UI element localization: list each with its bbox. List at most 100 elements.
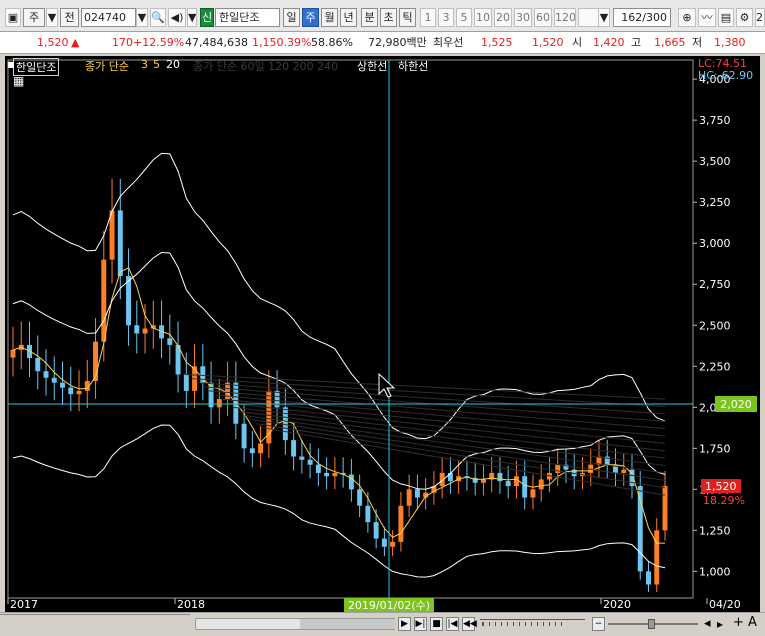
- legend-upper-limit[interactable]: 상한선: [357, 58, 387, 74]
- tab-daily[interactable]: 일: [283, 8, 300, 27]
- y-tick-label: 2,250: [699, 360, 731, 373]
- interval-10[interactable]: 10: [474, 8, 492, 27]
- interval-20[interactable]: 20: [494, 8, 512, 27]
- candle-body: [307, 459, 313, 465]
- play-icon[interactable]: ▶: [398, 617, 411, 631]
- candle-body: [183, 374, 189, 391]
- legend-lower-limit[interactable]: 하한선: [398, 58, 428, 74]
- interval-60[interactable]: 60: [534, 8, 552, 27]
- tab-second[interactable]: 초: [380, 8, 397, 27]
- candle-body: [505, 481, 511, 487]
- rewind-icon[interactable]: ◀◀: [462, 617, 477, 631]
- candle-body: [373, 522, 379, 539]
- interval-dropdown-icon[interactable]: ▼: [598, 8, 610, 27]
- scroll-thumb[interactable]: [300, 619, 395, 629]
- interval-3[interactable]: 3: [438, 8, 454, 27]
- auto-scale-icon[interactable]: A: [748, 616, 757, 630]
- legend-hidden-mas[interactable]: 종가 단순 60일 120 200 240: [193, 58, 338, 74]
- mouse-pointer-icon: [378, 372, 396, 398]
- move-right-icon[interactable]: ▸: [717, 617, 723, 631]
- interval-5[interactable]: 5: [456, 8, 472, 27]
- candle-body: [365, 505, 371, 523]
- zoom-slider[interactable]: [608, 619, 698, 629]
- upper-band-line: [12, 152, 666, 440]
- stop-icon[interactable]: ■: [430, 617, 443, 631]
- candle-body: [621, 469, 627, 473]
- code-input[interactable]: 024740: [81, 8, 136, 27]
- current-price-label: 1,520: [705, 480, 737, 493]
- legend-bullet-icon: ■: [7, 60, 15, 69]
- y-tick-label: 3,750: [699, 114, 731, 127]
- zoom-handle[interactable]: [648, 619, 655, 629]
- chart-canvas: 4,0003,7503,5003,2503,0002,7502,5002,250…: [7, 59, 757, 612]
- page-counter[interactable]: 162/300: [613, 8, 671, 27]
- candle-body: [538, 479, 544, 490]
- zoom-ruler: [482, 622, 562, 626]
- y-tick-label: 2,750: [699, 278, 731, 291]
- volume-ratio: 1,150.39%: [252, 36, 312, 49]
- legend-ma-3[interactable]: 3: [141, 58, 148, 71]
- price-chart[interactable]: 4,000 3,750 3,500 3,250 3,000 2,750 2,500 2,250…: [5, 56, 760, 612]
- candle-body: [282, 407, 288, 441]
- zoom-in-icon[interactable]: +: [733, 616, 744, 630]
- interval-30[interactable]: 30: [514, 8, 532, 27]
- x-tick-label: 2020: [603, 598, 631, 611]
- tab-yearly[interactable]: 년: [340, 8, 357, 27]
- zoom-out-icon[interactable]: −: [592, 617, 605, 631]
- interval-120[interactable]: 120: [554, 8, 576, 27]
- lower-band-line: [12, 424, 666, 578]
- first-icon[interactable]: |◀: [446, 617, 459, 631]
- candle-body: [76, 390, 82, 395]
- chart-scrollbar-bar: ▶ ▶| ■ |◀ ◀◀ − ◂ ▸ + A: [0, 612, 765, 636]
- tab-monthly[interactable]: 월: [321, 8, 338, 27]
- candle-body: [414, 489, 420, 498]
- best-label: 최우선: [433, 36, 464, 49]
- price-value: 1,520: [37, 36, 69, 49]
- draw-tool-icon[interactable]: 〰: [698, 8, 716, 27]
- candle-body: [134, 325, 140, 334]
- y-tick-label: 1,250: [699, 524, 731, 537]
- candle-body: [60, 382, 65, 388]
- tab-weekly[interactable]: 주: [302, 8, 319, 27]
- interval-1[interactable]: 1: [420, 8, 436, 27]
- tab-minute[interactable]: 분: [361, 8, 378, 27]
- move-left-icon[interactable]: ◂: [704, 617, 711, 631]
- save-icon[interactable]: ▤: [718, 8, 734, 27]
- prev-button[interactable]: 전: [60, 8, 79, 27]
- quote-bar: 1,520 ▲ 170 +12.59% 47,484,638 1,150.39%…: [0, 32, 765, 54]
- candle-body: [117, 210, 123, 277]
- candle-body: [10, 349, 16, 358]
- candle-body: [480, 479, 486, 483]
- legend-ma-label[interactable]: 종가 단순: [85, 58, 129, 74]
- y-tick-label: 3,500: [699, 155, 731, 168]
- new-badge: 신: [200, 8, 214, 27]
- code-dropdown-icon[interactable]: ▼: [136, 8, 148, 27]
- candle-body: [555, 464, 561, 473]
- layout-icon[interactable]: ▣: [5, 8, 21, 27]
- candle-body: [447, 472, 453, 482]
- speaker-dropdown-icon[interactable]: ▼: [187, 8, 197, 27]
- legend-ma-20[interactable]: 20: [166, 58, 180, 71]
- tab-tick[interactable]: 틱: [399, 8, 416, 27]
- candle-body: [381, 538, 387, 547]
- candle-body: [332, 472, 338, 477]
- settings-icon[interactable]: ⚙: [736, 8, 753, 27]
- open-value: 1,420: [593, 36, 625, 49]
- stock-name-field[interactable]: 한일단조: [215, 8, 280, 27]
- grid-table-icon[interactable]: ▦: [13, 74, 24, 88]
- up-arrow-icon: ▲: [71, 36, 80, 49]
- amount-value: 72,980백만: [368, 36, 427, 49]
- low-label: 저: [692, 36, 703, 49]
- candle-body: [249, 448, 255, 454]
- search-icon[interactable]: 🔍: [150, 8, 166, 27]
- x-tick-label: 2018: [177, 598, 205, 611]
- candle-body: [68, 387, 74, 395]
- indicator-icon[interactable]: ⊕: [678, 8, 696, 27]
- step-forward-icon[interactable]: ▶|: [414, 617, 427, 631]
- speaker-icon[interactable]: ◀): [168, 8, 186, 27]
- candle-body: [513, 476, 519, 487]
- legend-ma-5[interactable]: 5: [153, 58, 160, 71]
- market-button[interactable]: 주: [23, 8, 45, 27]
- market-dropdown-icon[interactable]: ▼: [46, 8, 58, 27]
- turnover-ratio: 58.86%: [311, 36, 353, 49]
